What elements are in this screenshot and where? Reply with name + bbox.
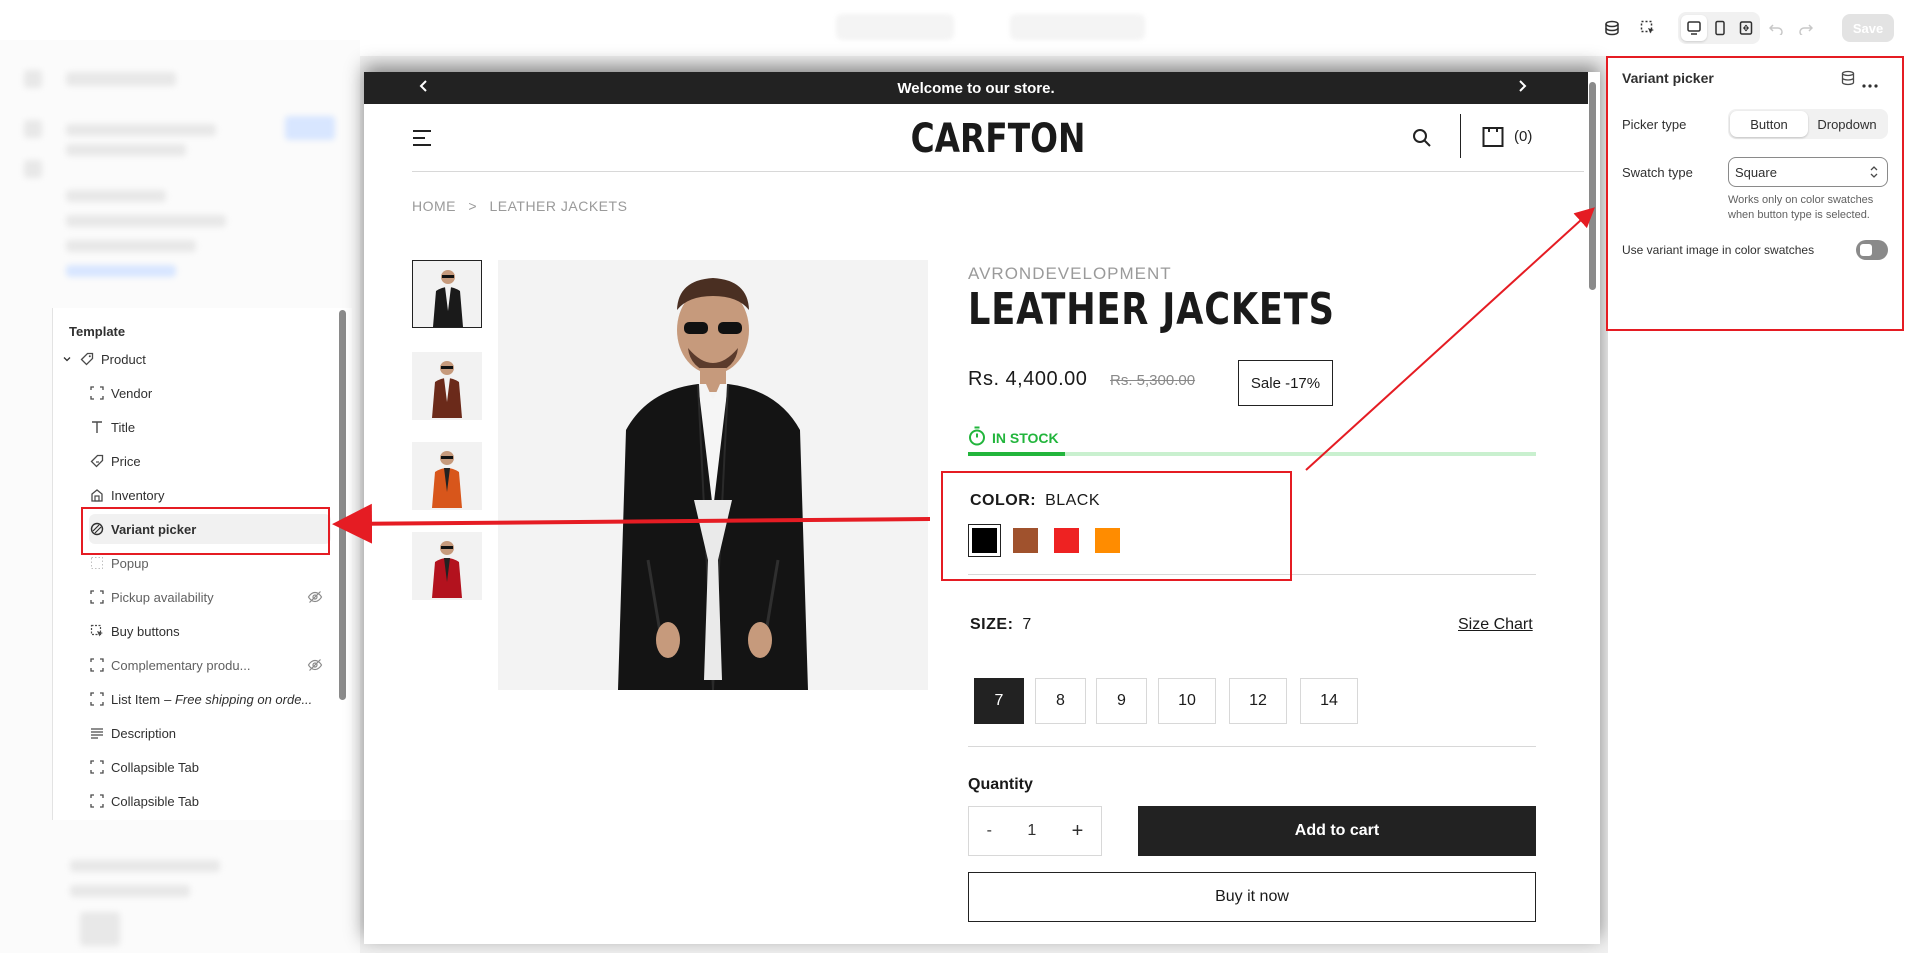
annotation-arrow-right xyxy=(1305,207,1595,471)
annotation-arrow-left xyxy=(332,503,931,544)
annotation-arrows xyxy=(332,207,1595,544)
